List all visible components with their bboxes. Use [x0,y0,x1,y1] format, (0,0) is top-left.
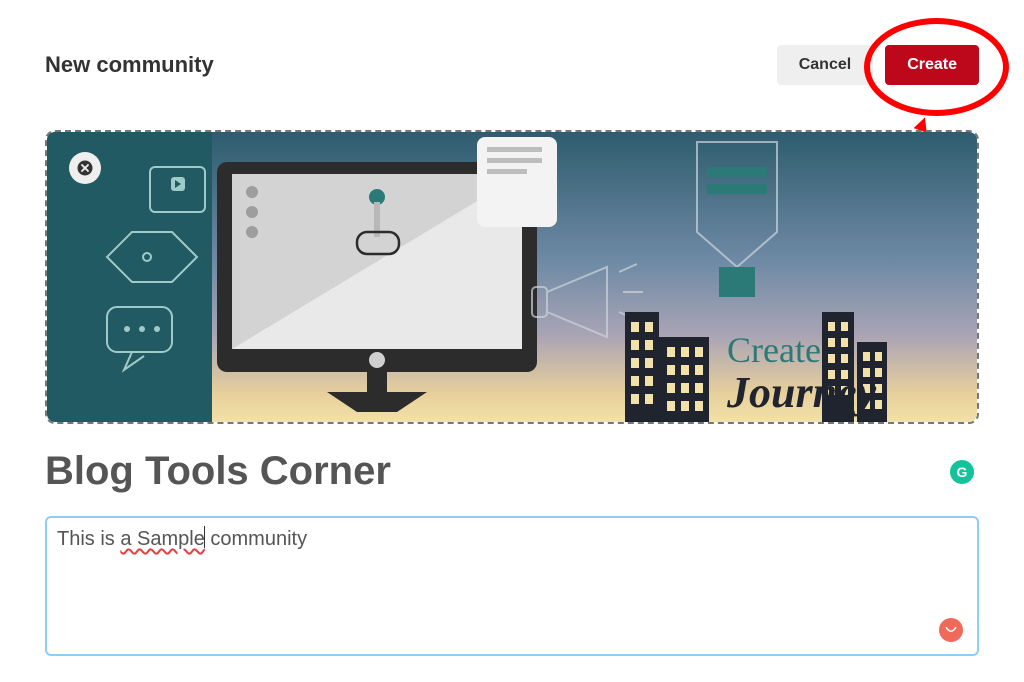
description-input[interactable]: This is a Sample community [45,516,979,656]
desc-prefix: This is [57,528,120,550]
header-actions: Cancel Create [777,45,979,85]
grammarly-icon[interactable]: G [950,460,974,484]
cover-brand-line2: Journey [726,368,877,417]
emoji-picker-button[interactable] [939,618,963,642]
cover-brand-line1: Create [727,330,821,370]
remove-cover-button[interactable] [69,152,101,184]
smile-icon [943,623,959,637]
cancel-button[interactable]: Cancel [777,45,873,85]
header-row: New community Cancel Create [45,40,979,90]
cover-image-area[interactable]: Create Journey [45,130,979,424]
desc-suffix: community [205,528,307,550]
page-title: New community [45,52,214,78]
spellcheck-underline: a Sample [120,528,205,550]
description-text: This is a Sample community [57,528,307,550]
create-button[interactable]: Create [885,45,979,85]
cover-illustration: Create Journey [47,132,977,422]
community-name-row: Blog Tools Corner G [45,449,979,494]
close-icon [76,159,94,177]
community-name-input[interactable]: Blog Tools Corner [45,449,391,494]
